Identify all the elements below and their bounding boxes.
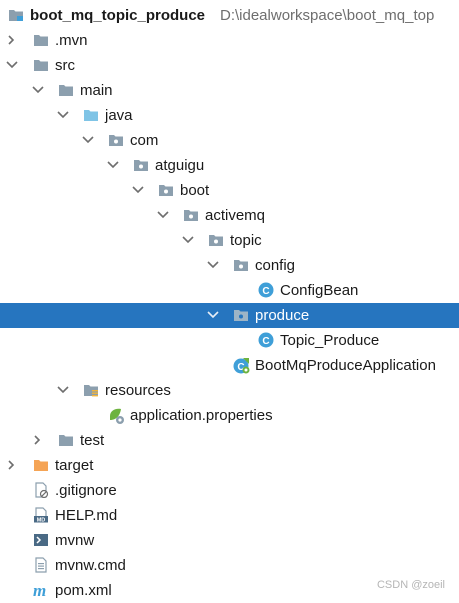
tree-item-label: topic [230,232,262,249]
chevron-down-icon[interactable] [6,53,20,78]
tree-row-gitignore[interactable]: .gitignore [0,478,459,503]
tree-row-resources[interactable]: resources [0,378,459,403]
folder-icon [58,428,74,453]
tree-row-topic-produce[interactable]: C Topic_Produce [0,328,459,353]
tree-item-label: .gitignore [55,482,117,499]
folder-icon [33,53,49,78]
tree-row-atguigu[interactable]: atguigu [0,153,459,178]
chevron-right-icon[interactable] [32,428,46,453]
tree-row-help-md[interactable]: MD HELP.md [0,503,459,528]
tree-row-topic[interactable]: topic [0,228,459,253]
package-icon [133,153,149,178]
tree-item-label: mvnw.cmd [55,557,126,574]
package-icon [208,228,224,253]
tree-item-label: target [55,457,94,474]
module-folder-icon [8,3,24,28]
chevron-down-icon[interactable] [132,178,146,203]
tree-item-label: java [105,107,133,124]
chevron-down-icon[interactable] [107,153,121,178]
tree-item-label: com [130,132,159,149]
tree-item-label: activemq [205,207,266,224]
tree-row-mvnw-cmd[interactable]: mvnw.cmd [0,553,459,578]
tree-row-configbean[interactable]: C ConfigBean [0,278,459,303]
tree-item-label: BootMqProduceApplication [255,357,436,374]
tree-item-label: resources [105,382,171,399]
package-icon [233,303,249,328]
tree-item-label: Topic_Produce [280,332,380,349]
tree-row-java[interactable]: java [0,103,459,128]
text-file-icon [33,553,49,578]
markdown-file-icon: MD [33,503,49,528]
tree-row-com[interactable]: com [0,128,459,153]
resources-folder-icon [83,378,99,403]
tree-row-main[interactable]: main [0,78,459,103]
tree-row-produce[interactable]: produce [0,303,459,328]
package-icon [158,178,174,203]
tree-row-activemq[interactable]: activemq [0,203,459,228]
tree-item-label: mvnw [55,532,95,549]
tree-item-label: produce [255,307,310,324]
tree-row-config[interactable]: config [0,253,459,278]
folder-icon [58,78,74,103]
tree-item-label: test [80,432,105,449]
spring-properties-icon [108,403,124,428]
chevron-down-icon[interactable] [207,253,221,278]
chevron-down-icon[interactable] [157,203,171,228]
class-icon: C [258,328,274,353]
svg-text:C: C [262,336,269,347]
watermark: CSDN @zoeil [376,579,445,591]
tree-item-label: atguigu [155,157,205,174]
ignore-file-icon [33,478,49,503]
chevron-down-icon[interactable] [207,303,221,328]
chevron-down-icon[interactable] [57,378,71,403]
package-icon [233,253,249,278]
svg-text:C: C [262,286,269,297]
excluded-folder-icon [33,453,49,478]
tree-row-application-properties[interactable]: application.properties [0,403,459,428]
chevron-right-icon[interactable] [6,28,20,53]
tree-row-boot[interactable]: boot [0,178,459,203]
chevron-right-icon[interactable] [6,453,20,478]
svg-text:m: m [33,582,46,598]
chevron-down-icon[interactable] [82,128,96,153]
svg-text:MD: MD [37,517,46,523]
project-path: D:\idealworkspace\boot_mq_top [220,7,435,24]
tree-row-project-root[interactable]: boot_mq_topic_produce D:\idealworkspace\… [0,3,459,28]
tree-item-label: pom.xml [55,582,112,599]
tree-row-bootmqproduceapplication[interactable]: C BootMqProduceApplication [0,353,459,378]
tree-row-mvnw[interactable]: mvnw [0,528,459,553]
maven-pom-icon: m [33,578,49,603]
tree-row-src[interactable]: src [0,53,459,78]
tree-row-mvn[interactable]: .mvn [0,28,459,53]
chevron-down-icon[interactable] [57,103,71,128]
tree-item-label: ConfigBean [280,282,359,299]
tree-item-label: .mvn [55,32,88,49]
chevron-down-icon[interactable] [32,78,46,103]
spring-boot-class-icon: C [233,353,250,378]
tree-row-test[interactable]: test [0,428,459,453]
project-name: boot_mq_topic_produce [30,7,206,24]
package-icon [108,128,124,153]
folder-icon [33,28,49,53]
tree-item-label: src [55,57,75,74]
source-folder-icon [83,103,99,128]
tree-item-label: boot [180,182,210,199]
class-icon: C [258,278,274,303]
chevron-down-icon[interactable] [182,228,196,253]
tree-row-target[interactable]: target [0,453,459,478]
tree-item-label: config [255,257,296,274]
package-icon [183,203,199,228]
tree-item-label: application.properties [130,407,273,424]
tree-item-label: main [80,82,113,99]
shell-script-icon [33,528,49,553]
tree-item-label: HELP.md [55,507,118,524]
